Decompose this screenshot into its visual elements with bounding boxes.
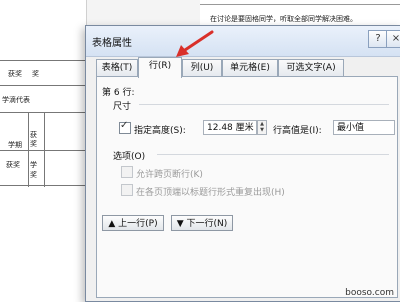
arrow-head [176,45,189,57]
tab-row[interactable]: 行(R) [138,57,182,78]
arrow-shaft [180,30,214,54]
annotation-arrow [176,30,214,57]
watermark: booso.com [345,288,394,298]
